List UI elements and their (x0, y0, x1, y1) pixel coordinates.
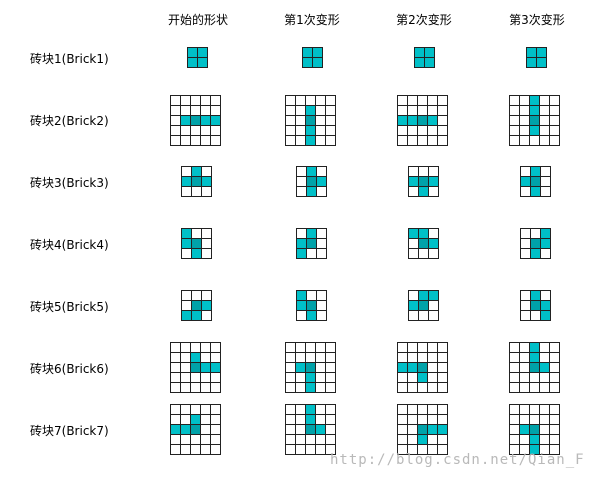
empty-cell (437, 135, 448, 146)
empty-cell (210, 444, 221, 455)
empty-cell (210, 382, 221, 393)
empty-cell (540, 186, 551, 197)
row-label-brick1: 砖块1(Brick1) (30, 52, 109, 66)
empty-cell (549, 135, 560, 146)
empty-cell (549, 382, 560, 393)
filled-cell (424, 57, 435, 68)
empty-cell (316, 248, 327, 259)
watermark: http://blog.csdn.net/Qian_F (330, 452, 585, 468)
empty-cell (540, 248, 551, 259)
empty-cell (201, 248, 212, 259)
row-label-brick5: 砖块5(Brick5) (30, 300, 109, 314)
empty-cell (428, 186, 439, 197)
column-header-initial: 开始的形状 (167, 13, 228, 27)
empty-cell (210, 135, 221, 146)
row-label-brick2: 砖块2(Brick2) (30, 114, 109, 128)
empty-cell (428, 310, 439, 321)
filled-cell (540, 310, 551, 321)
column-header-rotation-1: 第1次变形 (284, 13, 340, 27)
filled-cell (197, 57, 208, 68)
empty-cell (316, 310, 327, 321)
row-label-brick7: 砖块7(Brick7) (30, 424, 109, 438)
filled-cell (312, 57, 323, 68)
column-header-rotation-3: 第3次变形 (509, 13, 565, 27)
empty-cell (201, 310, 212, 321)
column-header-rotation-2: 第2次变形 (396, 13, 452, 27)
row-label-brick3: 砖块3(Brick3) (30, 176, 109, 190)
row-label-brick6: 砖块6(Brick6) (30, 362, 109, 376)
empty-cell (437, 382, 448, 393)
empty-cell (325, 135, 336, 146)
empty-cell (201, 186, 212, 197)
filled-cell (536, 57, 547, 68)
empty-cell (428, 248, 439, 259)
row-label-brick4: 砖块4(Brick4) (30, 238, 109, 252)
empty-cell (325, 382, 336, 393)
empty-cell (316, 186, 327, 197)
